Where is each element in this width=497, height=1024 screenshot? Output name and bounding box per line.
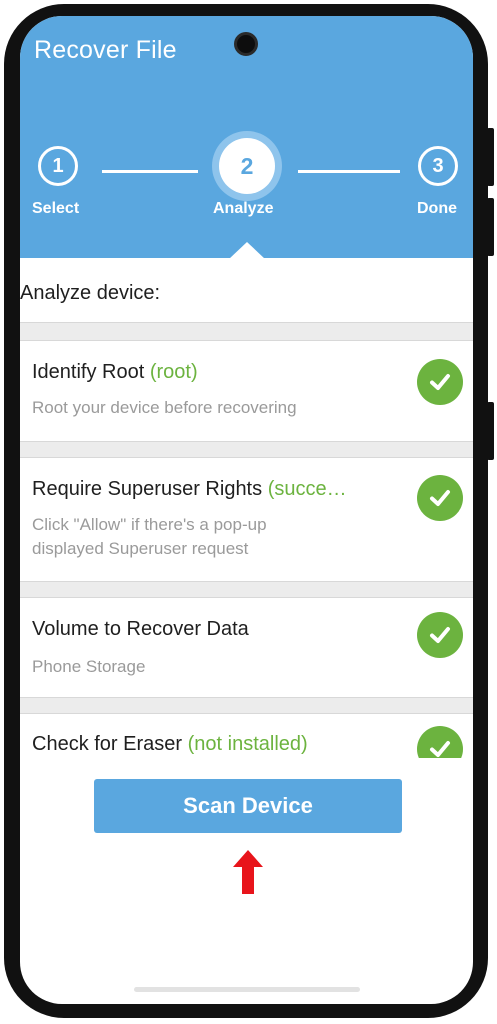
active-step-pointer (229, 242, 265, 259)
list-divider (20, 441, 473, 458)
item-status: (not installed) (187, 733, 308, 755)
item-description: Click "Allow" if there's a pop-up (32, 515, 267, 534)
item-title: Check for Eraser (not installed) (32, 714, 473, 756)
item-description: Phone Storage (32, 657, 146, 676)
analyze-heading: Analyze device: (20, 282, 161, 304)
step-connector-2 (298, 170, 400, 173)
step-3-label: Done (417, 200, 457, 217)
camera-icon (234, 32, 258, 56)
item-status: (root) (149, 361, 198, 383)
step-1-circle[interactable]: 1 (38, 146, 78, 186)
item-title-text: Identify Root (32, 361, 145, 383)
item-title: Require Superuser Rights (succe… (32, 458, 473, 501)
list-item-identify-root: Identify Root (root) Root your device be… (20, 341, 473, 441)
list-item-superuser-rights: Require Superuser Rights (succe… Click "… (20, 458, 473, 581)
phone-side-button-top (487, 128, 494, 186)
item-description: Root your device before recovering (32, 398, 297, 417)
step-1-label: Select (32, 200, 80, 217)
checkmark-icon (417, 612, 463, 658)
item-status: (succe… (267, 478, 347, 500)
step-2-label: Analyze (213, 200, 274, 217)
item-title: Identify Root (root) (32, 341, 473, 384)
app-header: Recover File 1 2 3 Select Analyze Done (20, 16, 473, 259)
arrow-up-icon (233, 850, 263, 894)
app-title: Recover File (34, 36, 177, 64)
list-divider (20, 697, 473, 714)
item-title: Volume to Recover Data (32, 598, 473, 641)
scan-device-button[interactable]: Scan Device (94, 779, 402, 833)
list-divider (20, 581, 473, 598)
analyze-list: Identify Root (root) Root your device be… (20, 322, 473, 758)
item-description-line-2: displayed Superuser request (32, 539, 249, 558)
step-2-circle[interactable]: 2 (219, 138, 275, 194)
item-title-text: Check for Eraser (32, 733, 183, 755)
item-title-text: Require Superuser Rights (32, 478, 263, 500)
item-title-text: Volume to Recover Data (32, 618, 249, 640)
list-divider (20, 322, 473, 341)
checkmark-icon (417, 359, 463, 405)
list-item-volume: Volume to Recover Data Phone Storage (20, 598, 473, 697)
step-connector-1 (102, 170, 198, 173)
home-indicator[interactable] (134, 987, 360, 992)
phone-side-button-bottom (487, 402, 494, 460)
phone-side-button-middle (487, 198, 494, 256)
phone-screen: Recover File 1 2 3 Select Analyze Done A… (20, 16, 473, 1004)
step-3-circle[interactable]: 3 (418, 146, 458, 186)
checkmark-icon (417, 475, 463, 521)
list-item-eraser: Check for Eraser (not installed) (20, 714, 473, 758)
